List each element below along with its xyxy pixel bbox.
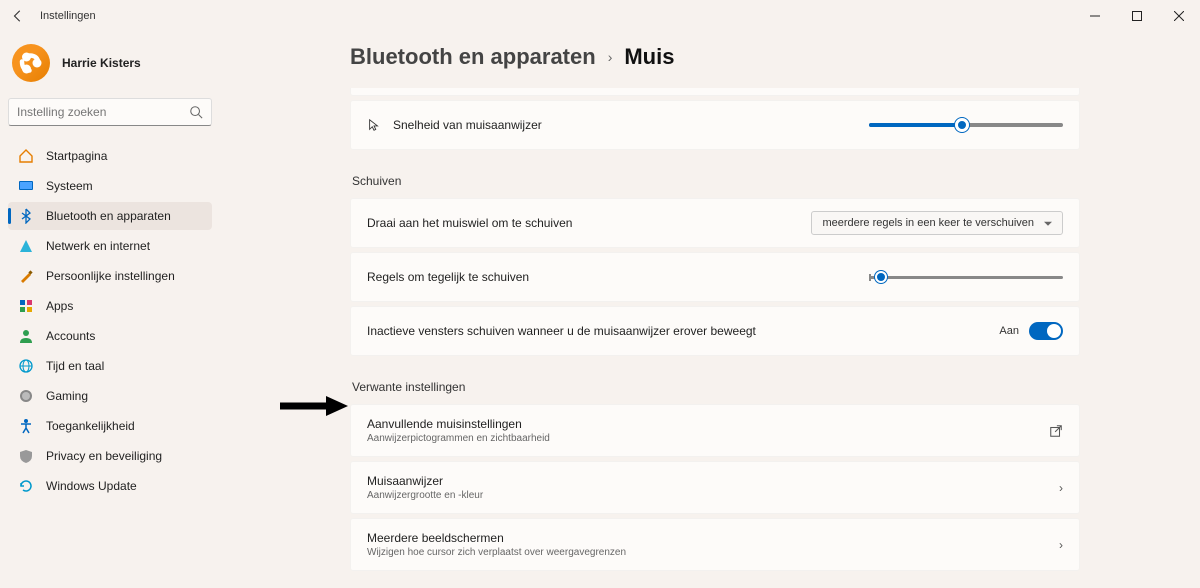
nav-label: Gaming [46, 389, 88, 403]
main-content: Bluetooth en apparaten › Muis Snelheid v… [220, 32, 1200, 588]
sidebar-item-apps[interactable]: Apps [8, 292, 212, 320]
user-profile[interactable]: Harrie Kisters [8, 40, 212, 98]
displays-label: Meerdere beeldschermen [367, 531, 1059, 545]
card-fragment [350, 88, 1080, 96]
pointer-speed-label: Snelheid van muisaanwijzer [393, 118, 542, 132]
mouse-pointer-settings[interactable]: Muisaanwijzer Aanwijzergrootte en -kleur… [350, 461, 1080, 514]
close-button[interactable] [1158, 0, 1200, 32]
nav-label: Persoonlijke instellingen [46, 269, 175, 283]
nav: Startpagina Systeem Bluetooth en apparat… [8, 142, 212, 500]
nav-label: Windows Update [46, 479, 137, 493]
cursor-icon [367, 118, 393, 132]
pointer-label: Muisaanwijzer [367, 474, 1059, 488]
sidebar-item-gaming[interactable]: Gaming [8, 382, 212, 410]
external-link-icon [1049, 424, 1063, 438]
minimize-button[interactable] [1074, 0, 1116, 32]
shield-icon [18, 448, 34, 464]
system-icon [18, 178, 34, 194]
user-name: Harrie Kisters [62, 56, 141, 70]
toggle-state-label: Aan [999, 325, 1019, 337]
wifi-icon [18, 238, 34, 254]
scroll-lines-row: Regels om tegelijk te schuiven [350, 252, 1080, 302]
search-input[interactable] [17, 105, 189, 119]
chevron-right-icon: › [1059, 538, 1063, 552]
nav-label: Tijd en taal [46, 359, 104, 373]
home-icon [18, 148, 34, 164]
scroll-lines-slider[interactable] [869, 276, 1063, 279]
multiple-displays-settings[interactable]: Meerdere beeldschermen Wijzigen hoe curs… [350, 518, 1080, 571]
sidebar-item-bluetooth[interactable]: Bluetooth en apparaten [8, 202, 212, 230]
sidebar-item-network[interactable]: Netwerk en internet [8, 232, 212, 260]
nav-label: Apps [46, 299, 73, 313]
back-button[interactable] [8, 6, 28, 26]
additional-label: Aanvullende muisinstellingen [367, 417, 1049, 431]
sidebar-item-system[interactable]: Systeem [8, 172, 212, 200]
pointer-speed-slider[interactable] [869, 123, 1063, 127]
sidebar-item-home[interactable]: Startpagina [8, 142, 212, 170]
chevron-right-icon: › [608, 49, 613, 65]
section-title-related: Verwante instellingen [352, 380, 1080, 394]
breadcrumb: Bluetooth en apparaten › Muis [350, 44, 1080, 70]
person-icon [18, 328, 34, 344]
scroll-lines-label: Regels om tegelijk te schuiven [367, 270, 529, 284]
window-title: Instellingen [40, 10, 96, 22]
sidebar: Harrie Kisters Startpagina Systeem Bluet… [0, 32, 220, 588]
maximize-button[interactable] [1116, 0, 1158, 32]
additional-sub: Aanwijzerpictogrammen en zichtbaarheid [367, 433, 1049, 444]
window-controls [1074, 0, 1200, 32]
inactive-scroll-toggle[interactable] [1029, 322, 1063, 340]
nav-label: Startpagina [46, 149, 107, 163]
nav-label: Privacy en beveiliging [46, 449, 162, 463]
chevron-right-icon: › [1059, 481, 1063, 495]
breadcrumb-current: Muis [624, 44, 674, 70]
brush-icon [18, 268, 34, 284]
sidebar-item-accessibility[interactable]: Toegankelijkheid [8, 412, 212, 440]
inactive-scroll-label: Inactieve vensters schuiven wanneer u de… [367, 324, 756, 338]
pointer-sub: Aanwijzergrootte en -kleur [367, 490, 1059, 501]
sidebar-item-privacy[interactable]: Privacy en beveiliging [8, 442, 212, 470]
scroll-wheel-row: Draai aan het muiswiel om te schuiven me… [350, 198, 1080, 248]
sidebar-item-update[interactable]: Windows Update [8, 472, 212, 500]
update-icon [18, 478, 34, 494]
pointer-speed-row: Snelheid van muisaanwijzer [350, 100, 1080, 150]
nav-label: Systeem [46, 179, 93, 193]
scroll-wheel-label: Draai aan het muiswiel om te schuiven [367, 216, 572, 230]
accessibility-icon [18, 418, 34, 434]
gaming-icon [18, 388, 34, 404]
help-row: ? Assistentie [350, 575, 1080, 588]
nav-label: Bluetooth en apparaten [46, 209, 171, 223]
scroll-wheel-dropdown[interactable]: meerdere regels in een keer te verschuiv… [811, 211, 1063, 235]
nav-label: Accounts [46, 329, 95, 343]
breadcrumb-parent[interactable]: Bluetooth en apparaten [350, 44, 596, 70]
titlebar: Instellingen [0, 0, 1200, 32]
apps-icon [18, 298, 34, 314]
nav-label: Netwerk en internet [46, 239, 150, 253]
displays-sub: Wijzigen hoe cursor zich verplaatst over… [367, 547, 1059, 558]
avatar [12, 44, 50, 82]
additional-mouse-settings[interactable]: Aanvullende muisinstellingen Aanwijzerpi… [350, 404, 1080, 457]
section-title-scroll: Schuiven [352, 174, 1080, 188]
inactive-scroll-row: Inactieve vensters schuiven wanneer u de… [350, 306, 1080, 356]
sidebar-item-accounts[interactable]: Accounts [8, 322, 212, 350]
search-icon [189, 105, 203, 119]
nav-label: Toegankelijkheid [46, 419, 135, 433]
sidebar-item-personal[interactable]: Persoonlijke instellingen [8, 262, 212, 290]
sidebar-item-time[interactable]: Tijd en taal [8, 352, 212, 380]
dropdown-selected: meerdere regels in een keer te verschuiv… [822, 217, 1034, 229]
globe-icon [18, 358, 34, 374]
search-box[interactable] [8, 98, 212, 126]
bluetooth-icon [18, 208, 34, 224]
